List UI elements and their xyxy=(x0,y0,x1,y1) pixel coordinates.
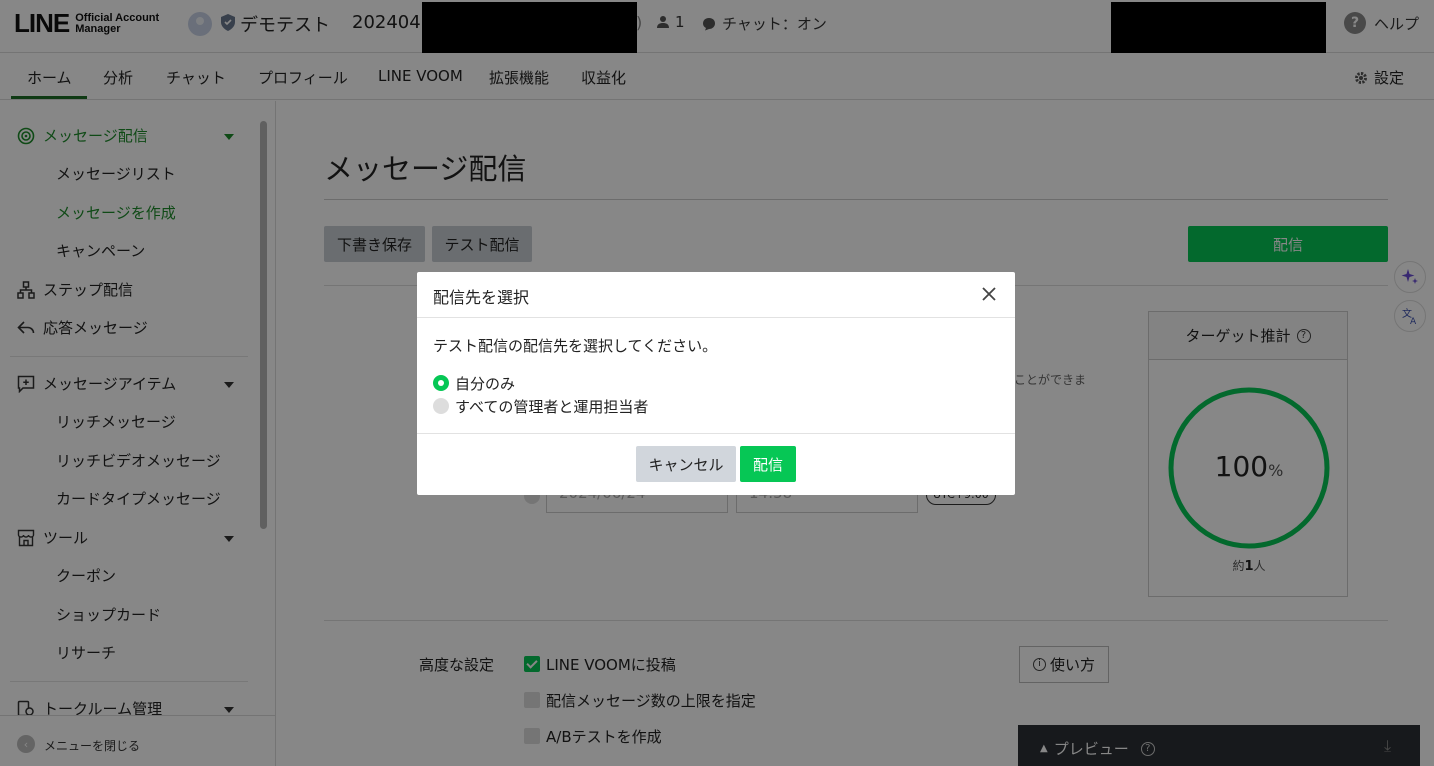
dialog-description: テスト配信の配信先を選択してください。 xyxy=(433,337,718,355)
close-icon[interactable] xyxy=(979,284,999,304)
radio-all-admins[interactable] xyxy=(433,398,449,414)
radio-self-only-label[interactable]: 自分のみ xyxy=(455,373,515,394)
cancel-button[interactable]: キャンセル xyxy=(636,446,736,482)
dialog-header: 配信先を選択 xyxy=(417,272,1015,318)
dialog-footer: キャンセル 配信 xyxy=(417,433,1015,495)
select-recipient-dialog: 配信先を選択 テスト配信の配信先を選択してください。 自分のみ すべての管理者と… xyxy=(417,272,1015,495)
radio-all-admins-label[interactable]: すべての管理者と運用担当者 xyxy=(455,396,648,417)
dialog-title: 配信先を選択 xyxy=(433,288,530,307)
radio-self-only[interactable] xyxy=(433,375,449,391)
dialog-send-button[interactable]: 配信 xyxy=(740,446,796,482)
